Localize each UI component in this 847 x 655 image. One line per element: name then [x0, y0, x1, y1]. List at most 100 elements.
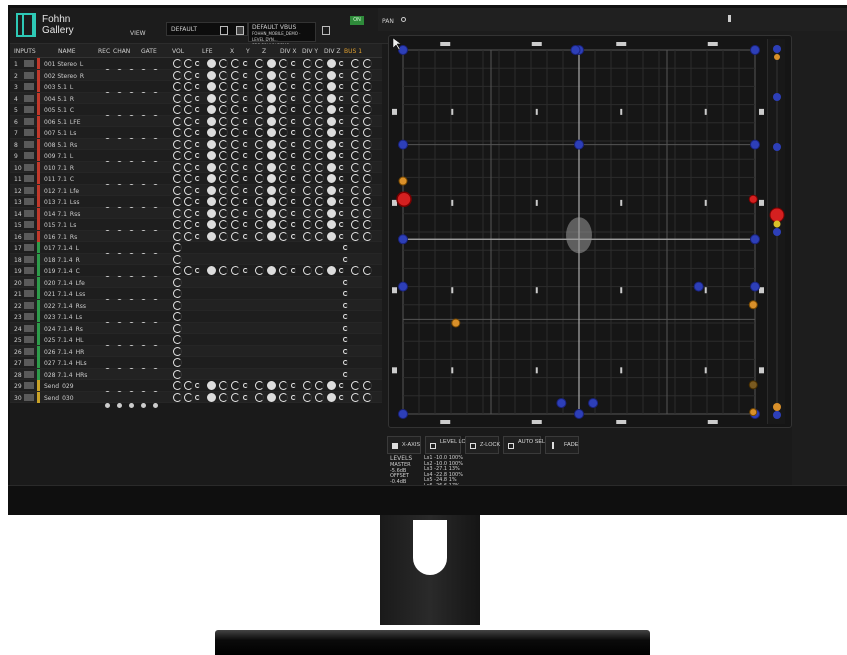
knob-icon[interactable] [339, 84, 344, 89]
knob-icon[interactable] [231, 151, 240, 160]
knob-icon[interactable] [315, 197, 324, 206]
knob-icon[interactable] [279, 151, 288, 160]
knob-icon[interactable] [173, 151, 182, 160]
knob-icon[interactable] [291, 164, 296, 170]
bus-knob-icon[interactable] [343, 337, 348, 342]
knob-icon[interactable] [255, 151, 264, 160]
knob-icon[interactable] [219, 93, 228, 103]
knob-icon[interactable] [219, 82, 228, 91]
knob-icon[interactable] [243, 153, 248, 158]
knob-icon[interactable] [243, 95, 248, 101]
table-row[interactable]: 8 008 5.1_Rs [10, 138, 382, 155]
knob-icon[interactable] [255, 70, 264, 80]
knob-icon[interactable] [303, 231, 312, 241]
knob-icon[interactable] [184, 208, 193, 218]
knob-icon[interactable] [363, 93, 372, 103]
knob-icon[interactable] [243, 141, 248, 147]
height-handle[interactable] [773, 220, 781, 228]
knob-icon[interactable] [173, 59, 182, 68]
source-handle[interactable] [451, 318, 461, 328]
channel-flags[interactable] [105, 211, 165, 224]
knob-icon[interactable] [173, 300, 182, 310]
knob-icon[interactable] [195, 233, 200, 239]
knob-icon[interactable] [173, 369, 182, 379]
table-row[interactable]: 1 001 Stereo_L [10, 58, 382, 74]
rec-dot-icon[interactable] [105, 402, 110, 408]
knob-icon[interactable] [279, 70, 288, 80]
bus-knob-icon[interactable] [343, 325, 348, 331]
channel-name[interactable]: 004 5.1_R [44, 96, 99, 102]
knob-icon[interactable] [173, 231, 182, 241]
speaker-handle[interactable] [398, 281, 408, 292]
vbus-select[interactable]: DEFAULT VBUS FOHHN_MOBILE_DEMO · LEVEL D… [248, 22, 316, 48]
knob-icon[interactable] [363, 70, 372, 80]
knob-icon[interactable] [267, 93, 276, 103]
knob-icon[interactable] [255, 381, 264, 390]
knob-icon[interactable] [267, 197, 276, 206]
knob-icon[interactable] [339, 199, 344, 204]
speaker-handle[interactable] [398, 45, 408, 55]
channel-flags[interactable] [105, 199, 165, 212]
knob-icon[interactable] [291, 107, 296, 112]
knob-icon[interactable] [315, 82, 324, 91]
knob-icon[interactable] [184, 59, 193, 68]
mute-button[interactable] [24, 324, 34, 332]
knob-icon[interactable] [351, 70, 360, 80]
table-row[interactable]: 7 007 5.1_Ls [10, 127, 382, 143]
speaker-handle[interactable] [750, 139, 760, 150]
mute-button[interactable] [24, 175, 34, 182]
channel-name[interactable]: 013 7.1_Lss [44, 199, 99, 205]
knob-icon[interactable] [315, 93, 324, 103]
knob-icon[interactable] [279, 139, 288, 149]
knob-icon[interactable] [327, 197, 336, 206]
knob-icon[interactable] [291, 233, 296, 239]
knob-icon[interactable] [231, 208, 240, 218]
knob-icon[interactable] [315, 208, 324, 218]
knob-icon[interactable] [195, 164, 200, 170]
fade-toggle[interactable]: FADE [545, 436, 579, 454]
knob-icon[interactable] [315, 116, 324, 126]
knob-icon[interactable] [207, 70, 216, 80]
knob-icon[interactable] [243, 107, 248, 112]
knob-icon[interactable] [231, 93, 240, 103]
knob-icon[interactable] [219, 105, 228, 114]
knob-icon[interactable] [291, 72, 296, 78]
knob-icon[interactable] [303, 220, 312, 229]
knob-icon[interactable] [173, 174, 182, 183]
knob-icon[interactable] [207, 82, 216, 91]
knob-icon[interactable] [195, 394, 200, 400]
knob-icon[interactable] [243, 72, 248, 78]
knob-icon[interactable] [184, 381, 193, 390]
knob-icon[interactable] [195, 153, 200, 158]
chan-dot-icon[interactable] [129, 402, 134, 408]
knob-icon[interactable] [291, 153, 296, 158]
table-row[interactable]: 5 005 5.1_C [10, 104, 382, 120]
knob-icon[interactable] [303, 392, 312, 402]
knob-icon[interactable] [243, 199, 248, 204]
knob-icon[interactable] [351, 185, 360, 195]
knob-icon[interactable] [231, 185, 240, 195]
knob-icon[interactable] [207, 59, 216, 68]
knob-icon[interactable] [291, 141, 296, 147]
knob-icon[interactable] [255, 220, 264, 229]
table-row[interactable]: 26 026 7.1.4_HR [10, 345, 382, 362]
knob-icon[interactable] [195, 61, 200, 66]
speaker-handle[interactable] [398, 234, 408, 245]
knob-icon[interactable] [363, 185, 372, 195]
knob-icon[interactable] [279, 116, 288, 126]
zlock-checkbox[interactable] [470, 443, 476, 449]
knob-icon[interactable] [351, 105, 360, 114]
knob-icon[interactable] [173, 381, 182, 390]
knob-icon[interactable] [184, 93, 193, 103]
knob-icon[interactable] [303, 208, 312, 218]
table-row[interactable]: 30 Send_030 [10, 391, 382, 408]
height-handle[interactable] [773, 45, 781, 53]
height-handle[interactable] [773, 93, 781, 101]
channel-name[interactable]: 023 7.1.4_Ls [44, 314, 99, 320]
auto-select-toggle[interactable]: AUTO SELECT [503, 436, 556, 454]
knob-icon[interactable] [255, 231, 264, 241]
knob-icon[interactable] [351, 266, 360, 275]
knob-icon[interactable] [315, 231, 324, 241]
gear-icon[interactable] [401, 17, 406, 22]
channel-name[interactable]: 010 7.1_R [44, 165, 99, 171]
